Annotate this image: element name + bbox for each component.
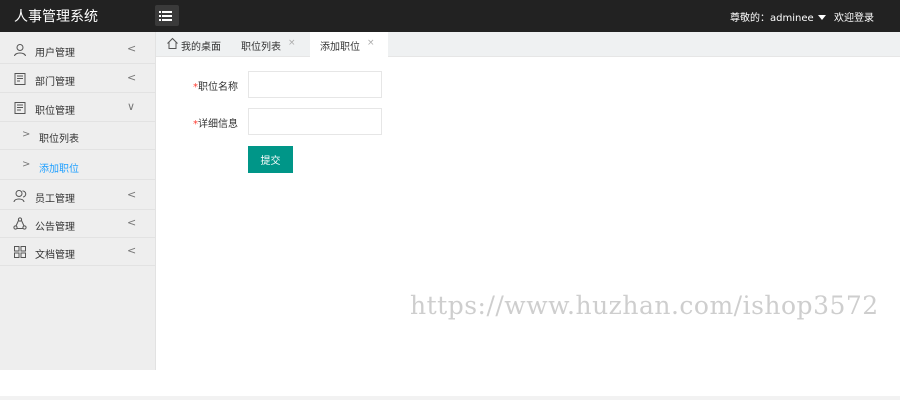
watermark: https://www.huzhan.com/ishop3572 (410, 291, 879, 320)
user-menu[interactable]: 尊敬的：adminee (730, 9, 826, 24)
position-name-input[interactable] (248, 71, 382, 98)
tab-label: 我的桌面 (181, 42, 221, 53)
chevron-left-icon: < (127, 188, 137, 201)
close-icon[interactable]: × (288, 38, 296, 48)
position-name-label: *职位名称 (193, 82, 238, 93)
user-icon (14, 44, 26, 57)
tab-add-position[interactable]: 添加职位 × (310, 32, 388, 57)
position-icon (14, 102, 26, 114)
top-header: 人事管理系统 尊敬的：adminee 欢迎登录 (0, 0, 900, 32)
sidebar-subitem-label: 添加职位 (39, 164, 79, 175)
close-icon[interactable]: × (367, 38, 375, 48)
chevron-left-icon: < (127, 216, 137, 229)
sidebar-item-position[interactable]: 职位管理 ∨ (0, 94, 156, 122)
grid-icon (14, 246, 26, 258)
chevron-left-icon: < (127, 42, 137, 55)
chevron-right-icon: > (22, 129, 31, 140)
menu-toggle-button[interactable] (155, 5, 179, 26)
tab-my-desktop[interactable]: 我的桌面 (156, 32, 231, 57)
sidebar-subitem-position-list[interactable]: > 职位列表 (0, 122, 156, 150)
sidebar-item-label: 职位管理 (35, 106, 75, 117)
chevron-left-icon: < (127, 71, 137, 84)
sidebar-item-label: 员工管理 (35, 194, 75, 205)
chevron-down-icon: ∨ (127, 100, 136, 113)
list-icon (159, 11, 172, 13)
tab-position-list[interactable]: 职位列表 × (231, 32, 310, 57)
chevron-left-icon: < (127, 244, 137, 257)
user-greeting: 尊敬的：adminee (730, 13, 814, 24)
sidebar-item-user[interactable]: 用户管理 < (0, 36, 156, 64)
detail-info-input[interactable] (248, 108, 382, 135)
chevron-right-icon: > (22, 159, 31, 170)
sidebar-item-document[interactable]: 文档管理 < (0, 238, 156, 266)
sidebar-item-label: 用户管理 (35, 48, 75, 59)
tab-label: 添加职位 (320, 42, 360, 53)
sidebar-subitem-label: 职位列表 (39, 134, 79, 145)
notice-icon (13, 217, 27, 230)
sidebar-item-notice[interactable]: 公告管理 < (0, 210, 156, 238)
page-bottom-divider (0, 396, 900, 400)
people-icon (13, 190, 27, 203)
sidebar-item-label: 部门管理 (35, 77, 75, 88)
tab-bar: 我的桌面 职位列表 × 添加职位 × (156, 32, 900, 57)
tab-label: 职位列表 (241, 42, 281, 53)
home-icon (167, 37, 178, 49)
sidebar-subitem-add-position[interactable]: > 添加职位 (0, 152, 156, 180)
sidebar-item-department[interactable]: 部门管理 < (0, 65, 156, 93)
submit-button[interactable]: 提交 (248, 146, 293, 173)
sidebar: 用户管理 < 部门管理 < 职位管理 ∨ > 职位列表 > 添加职位 员工管理 … (0, 32, 156, 370)
sidebar-item-employee[interactable]: 员工管理 < (0, 182, 156, 210)
app-title: 人事管理系统 (14, 9, 98, 25)
login-link[interactable]: 欢迎登录 (834, 9, 874, 24)
sidebar-item-label: 公告管理 (35, 222, 75, 233)
detail-info-label: *详细信息 (193, 119, 238, 130)
sidebar-item-label: 文档管理 (35, 250, 75, 261)
caret-down-icon (817, 15, 826, 20)
building-icon (14, 73, 26, 85)
